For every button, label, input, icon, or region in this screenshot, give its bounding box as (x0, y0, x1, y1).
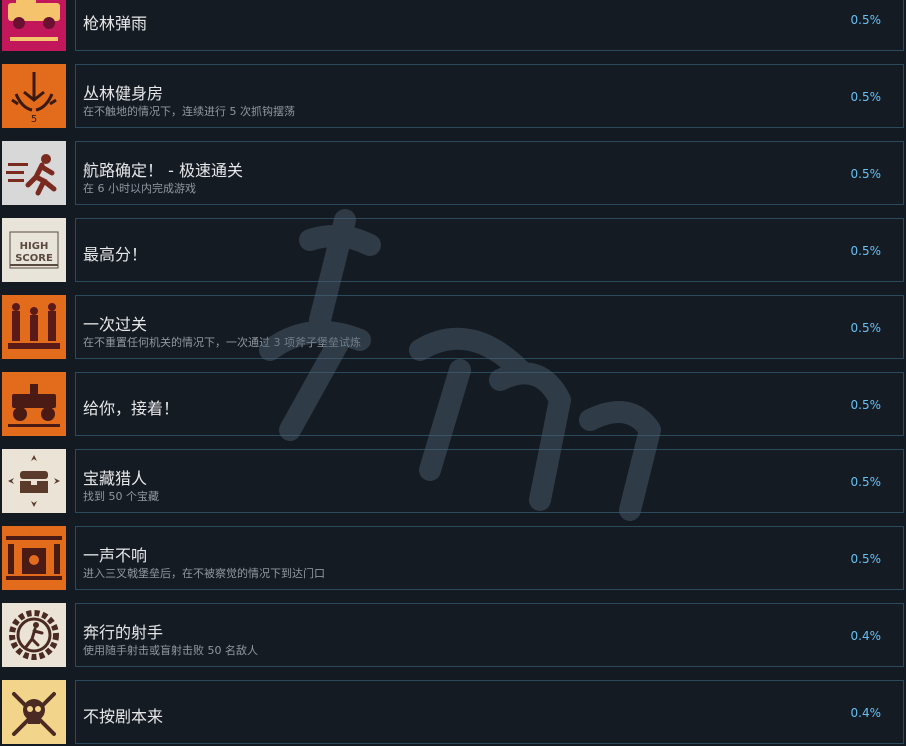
buggy-icon (2, 372, 66, 436)
achievement-row[interactable]: 宝藏猎人 找到 50 个宝藏 0.5% (0, 449, 906, 515)
achievement-title: 奔行的射手 (83, 623, 164, 642)
achievement-card: 枪林弹雨 0.5% (75, 0, 904, 51)
achievement-card: 最高分！ 0.5% (75, 218, 904, 282)
achievement-card: 不按剧本来 0.4% (75, 680, 904, 744)
armored-car-icon (2, 0, 66, 51)
unlock-percentage: 0.5% (850, 552, 882, 566)
running-man-icon (2, 141, 66, 205)
achievement-title: 最高分！ (83, 245, 148, 264)
achievement-card: 一次过关 在不重置任何机关的情况下，一次通过 3 项斧子堡垒试炼 0.5% (75, 295, 904, 359)
svg-text:HIGH: HIGH (20, 241, 49, 252)
achievement-description: 进入三叉戟堡垒后，在不被察觉的情况下到达门口 (83, 567, 325, 580)
achievement-row[interactable]: HIGH SCORE 最高分！ 0.5% (0, 218, 906, 284)
achievement-row[interactable]: 枪林弹雨 0.5% (0, 0, 906, 53)
achievement-title: 宝藏猎人 (83, 469, 148, 488)
shooter-icon (2, 603, 66, 667)
treasure-chest-icon (2, 449, 66, 513)
achievement-description: 找到 50 个宝藏 (83, 490, 159, 503)
achievement-description: 在不重置任何机关的情况下，一次通过 3 项斧子堡垒试炼 (83, 336, 361, 349)
achievement-title: 一声不响 (83, 546, 148, 565)
unlock-percentage: 0.5% (850, 244, 882, 258)
achievement-title: 枪林弹雨 (83, 14, 148, 33)
unlock-percentage: 0.4% (850, 706, 882, 720)
achievement-row[interactable]: 5 丛林健身房 在不触地的情况下，连续进行 5 次抓钩摆荡 0.5% (0, 64, 906, 130)
achievement-title: 不按剧本来 (83, 707, 164, 726)
grappling-hook-icon: 5 (2, 64, 66, 128)
unlock-percentage: 0.5% (850, 321, 882, 335)
achievement-card: 航路确定！ - 极速通关 在 6 小时以内完成游戏 0.5% (75, 141, 904, 205)
achievement-row[interactable]: 不按剧本来 0.4% (0, 680, 906, 746)
high-score-icon: HIGH SCORE (2, 218, 66, 282)
statues-icon (2, 295, 66, 359)
fortress-gate-icon (2, 526, 66, 590)
unlock-percentage: 0.4% (850, 629, 882, 643)
achievement-row[interactable]: 航路确定！ - 极速通关 在 6 小时以内完成游戏 0.5% (0, 141, 906, 207)
skull-crossbones-icon (2, 680, 66, 744)
achievement-row[interactable]: 一次过关 在不重置任何机关的情况下，一次通过 3 项斧子堡垒试炼 0.5% (0, 295, 906, 361)
achievement-title: 丛林健身房 (83, 84, 164, 103)
unlock-percentage: 0.5% (850, 475, 882, 489)
achievement-row[interactable]: 给你，接着！ 0.5% (0, 372, 906, 438)
achievement-description: 在 6 小时以内完成游戏 (83, 182, 196, 195)
svg-text:5: 5 (31, 114, 37, 125)
unlock-percentage: 0.5% (850, 398, 882, 412)
svg-text:SCORE: SCORE (15, 253, 53, 264)
unlock-percentage: 0.5% (850, 167, 882, 181)
achievement-card: 丛林健身房 在不触地的情况下，连续进行 5 次抓钩摆荡 0.5% (75, 64, 904, 128)
achievement-description: 使用随手射击或盲射击败 50 名敌人 (83, 644, 258, 657)
achievement-row[interactable]: 奔行的射手 使用随手射击或盲射击败 50 名敌人 0.4% (0, 603, 906, 669)
achievement-description: 在不触地的情况下，连续进行 5 次抓钩摆荡 (83, 105, 295, 118)
achievement-row[interactable]: 一声不响 进入三叉戟堡垒后，在不被察觉的情况下到达门口 0.5% (0, 526, 906, 592)
achievement-card: 奔行的射手 使用随手射击或盲射击败 50 名敌人 0.4% (75, 603, 904, 667)
achievement-card: 宝藏猎人 找到 50 个宝藏 0.5% (75, 449, 904, 513)
achievement-card: 一声不响 进入三叉戟堡垒后，在不被察觉的情况下到达门口 0.5% (75, 526, 904, 590)
achievement-title: 航路确定！ - 极速通关 (83, 161, 243, 180)
achievement-title: 给你，接着！ (83, 399, 180, 418)
achievement-title: 一次过关 (83, 315, 148, 334)
unlock-percentage: 0.5% (850, 90, 882, 104)
unlock-percentage: 0.5% (850, 13, 882, 27)
achievement-card: 给你，接着！ 0.5% (75, 372, 904, 436)
